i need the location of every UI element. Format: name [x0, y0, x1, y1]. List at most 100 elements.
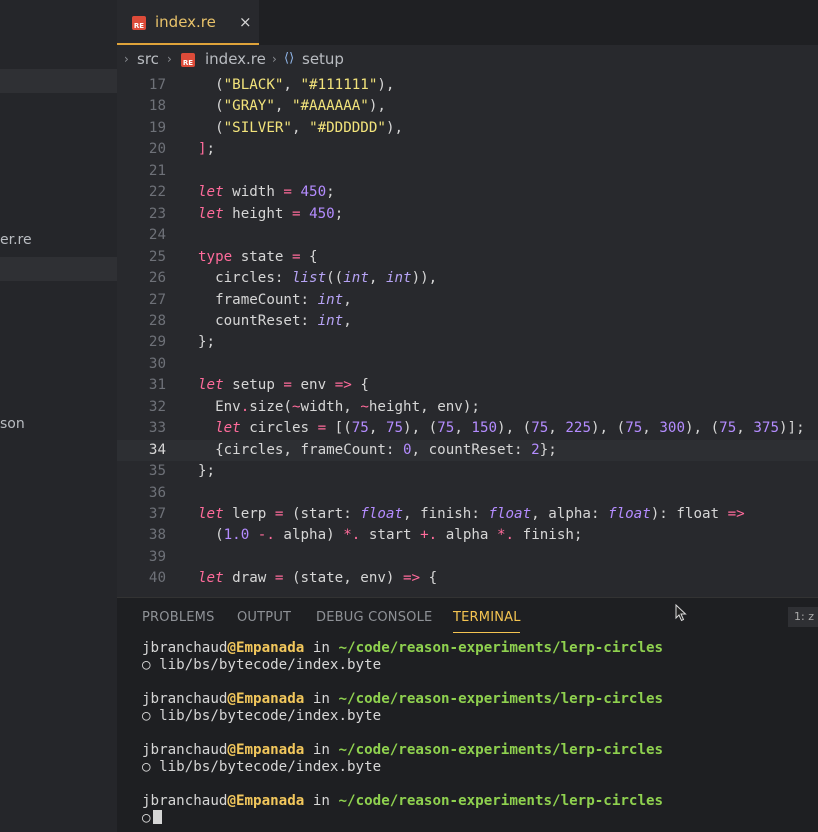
tab-output[interactable]: OUTPUT — [237, 610, 291, 625]
code-text: let height = 450; — [198, 205, 344, 222]
editor-tab-bar: RE index.re × — [117, 0, 818, 45]
code-text: (1.0 -. alpha) *. start +. alpha *. fini… — [198, 527, 583, 544]
explorer-item-label: er.re — [0, 232, 32, 248]
code-line: 25 type state = { — [117, 247, 818, 268]
code-text: countReset: int, — [198, 312, 352, 329]
line-number: 21 — [148, 162, 166, 179]
code-line: 28 countReset: int, — [117, 311, 818, 332]
terminal-path: ~/code/reason-experiments/lerp-circles — [338, 691, 664, 707]
line-number: 28 — [148, 312, 166, 329]
line-number: 35 — [148, 463, 166, 480]
bottom-panel: PROBLEMS OUTPUT DEBUG CONSOLE TERMINAL 1… — [117, 597, 818, 832]
line-number: 38 — [148, 527, 166, 544]
symbol-icon: ⟨⟩ — [284, 51, 295, 66]
code-line: 30 — [117, 354, 818, 375]
terminal-in: in — [304, 691, 339, 707]
tab-index-re[interactable]: RE index.re × — [117, 0, 259, 45]
code-line: 31 let setup = env => { — [117, 375, 818, 396]
code-text: Env.size(~width, ~height, env); — [198, 398, 480, 415]
explorer-item-highlight[interactable] — [0, 257, 117, 281]
terminal-output-line: ○ lib/bs/bytecode/index.byte — [142, 759, 382, 775]
line-number: 29 — [148, 334, 166, 351]
line-number: 37 — [148, 506, 166, 522]
mouse-pointer-icon — [675, 604, 687, 622]
terminal-in: in — [304, 742, 339, 758]
code-line: 27 frameCount: int, — [117, 290, 818, 311]
editor-area: RE index.re × › src › RE index.re › ⟨⟩ s… — [117, 0, 818, 597]
code-line: 20]; — [117, 139, 818, 160]
line-number: 27 — [148, 291, 166, 308]
terminal-user: jbranchaud — [142, 793, 228, 809]
line-number: 36 — [148, 484, 166, 501]
tab-problems[interactable]: PROBLEMS — [142, 610, 215, 625]
code-text: ("BLACK", "#111111"), — [198, 77, 395, 93]
breadcrumb-symbol[interactable]: setup — [302, 50, 344, 68]
line-number: 20 — [148, 141, 166, 158]
terminal-at: @ — [227, 742, 236, 758]
code-text: let draw = (state, env) => { — [198, 570, 438, 587]
line-number: 17 — [148, 77, 166, 93]
terminal-cursor — [152, 810, 162, 824]
code-text: ]; — [198, 141, 216, 158]
code-line: 23 let height = 450; — [117, 204, 818, 225]
reason-file-icon: RE — [181, 53, 195, 67]
tab-terminal[interactable]: TERMINAL — [453, 610, 521, 625]
terminal-host: Empanada — [235, 742, 305, 758]
line-number: 22 — [148, 184, 166, 201]
code-line: 32 Env.size(~width, ~height, env); — [117, 397, 818, 418]
explorer-item[interactable]: son — [0, 414, 117, 438]
terminal-prompt-line: jbranchaud@Empanada in ~/code/reason-exp… — [142, 691, 663, 708]
code-line-current: 34 {circles, frameCount: 0, countReset: … — [117, 439, 818, 462]
breadcrumb-file[interactable]: index.re — [205, 50, 266, 68]
terminal-at: @ — [227, 793, 236, 809]
code-line: 21 — [117, 161, 818, 182]
terminal-host: Empanada — [235, 640, 305, 656]
terminal-path: ~/code/reason-experiments/lerp-circles — [338, 640, 664, 656]
line-number: 25 — [148, 248, 166, 265]
terminal-output-line: ○ lib/bs/bytecode/index.byte — [142, 708, 382, 724]
code-line: 17 ("BLACK", "#111111"), — [117, 75, 818, 96]
line-number: 24 — [148, 227, 166, 244]
terminal-in: in — [304, 793, 339, 809]
code-line: 22 let width = 450; — [117, 182, 818, 203]
breadcrumb: › src › RE index.re › ⟨⟩ setup — [117, 45, 818, 72]
terminal-user: jbranchaud — [142, 742, 228, 758]
code-text: let setup = env => { — [198, 377, 369, 394]
code-text: {circles, frameCount: 0, countReset: 2}; — [198, 441, 557, 458]
code-text: let lerp = (start: float, finish: float,… — [198, 506, 745, 522]
terminal-prompt-symbol: ○ — [142, 810, 151, 826]
terminal-output-line: ○ lib/bs/bytecode/index.byte — [142, 657, 382, 673]
code-line: 24 — [117, 225, 818, 246]
line-number: 23 — [148, 205, 166, 222]
line-number: 39 — [148, 548, 166, 565]
reason-file-icon: RE — [132, 16, 146, 30]
terminal-path: ~/code/reason-experiments/lerp-circles — [338, 793, 664, 809]
line-number: 18 — [148, 98, 166, 115]
explorer-item-selected[interactable] — [0, 69, 117, 93]
code-text: type state = { — [198, 248, 318, 265]
breadcrumb-folder[interactable]: src — [137, 50, 159, 68]
line-number: 26 — [148, 270, 166, 287]
code-text: frameCount: int, — [198, 291, 352, 308]
code-text: ("GRAY", "#AAAAAA"), — [198, 98, 386, 115]
code-line: 33 let circles = [(75, 75), (75, 150), (… — [117, 418, 818, 439]
code-text: circles: list((int, int)), — [198, 270, 438, 287]
terminal-host: Empanada — [235, 793, 305, 809]
code-line: 39 — [117, 547, 818, 568]
tab-debug-console[interactable]: DEBUG CONSOLE — [316, 610, 432, 625]
terminal-user: jbranchaud — [142, 691, 228, 707]
line-number: 30 — [148, 355, 166, 372]
line-number: 40 — [148, 570, 166, 587]
code-line: 37 let lerp = (start: float, finish: floa… — [117, 504, 818, 525]
terminal-prompt-line: jbranchaud@Empanada in ~/code/reason-exp… — [142, 640, 663, 657]
explorer-sidebar: er.re son — [0, 0, 117, 832]
close-icon[interactable]: × — [239, 13, 252, 31]
explorer-item[interactable]: er.re — [0, 230, 117, 254]
terminal-host: Empanada — [235, 691, 305, 707]
terminal-input-line[interactable]: ○ — [142, 810, 162, 827]
code-line: 38 (1.0 -. alpha) *. start +. alpha *. f… — [117, 525, 818, 546]
code-text: ("SILVER", "#DDDDDD"), — [198, 119, 404, 136]
active-tab-indicator — [453, 632, 520, 633]
terminal-prompt-line: jbranchaud@Empanada in ~/code/reason-exp… — [142, 793, 663, 810]
terminal-selector[interactable]: 1: z — [788, 607, 818, 627]
